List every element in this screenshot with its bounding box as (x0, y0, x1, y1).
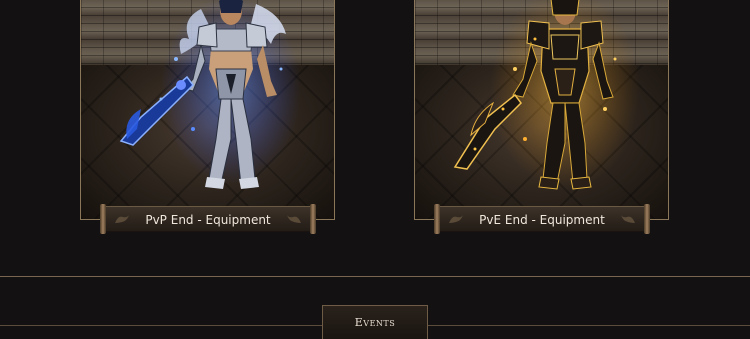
events-section-title: Events (354, 316, 396, 329)
pvp-character-illustration (119, 0, 301, 189)
pve-equipment-banner[interactable]: PvE End - Equipment (434, 204, 650, 234)
dragon-ornament-icon (621, 215, 635, 223)
pvp-equipment-banner[interactable]: PvP End - Equipment (100, 204, 316, 234)
pve-character-illustration (453, 0, 640, 190)
section-divider (0, 276, 750, 277)
pvp-equipment-label[interactable]: PvP End - Equipment (102, 213, 314, 227)
pve-equipment-card[interactable] (414, 0, 669, 220)
dragon-ornament-icon (287, 215, 301, 223)
pvp-equipment-card[interactable] (80, 0, 335, 220)
pve-equipment-label[interactable]: PvE End - Equipment (436, 213, 648, 227)
